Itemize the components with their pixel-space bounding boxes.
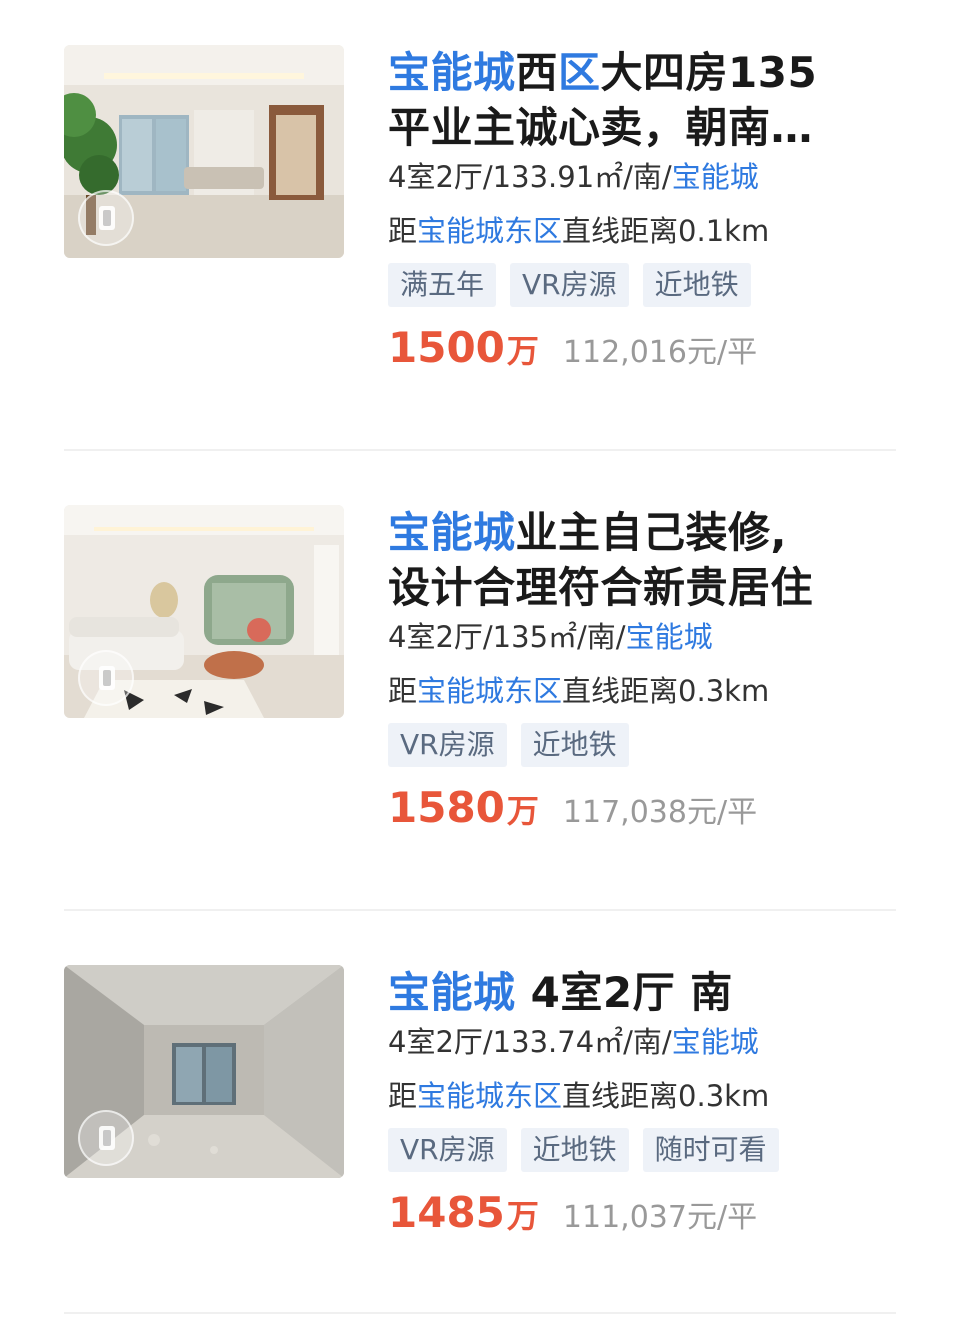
tag-list: VR房源 近地铁 — [388, 723, 908, 767]
distance-landmark-link[interactable]: 宝能城东区 — [417, 214, 562, 248]
divider — [64, 449, 896, 451]
price-unit: 万 — [506, 792, 539, 830]
listing-tag: VR房源 — [388, 723, 507, 767]
listing-info: 宝能城西区大四房135 平业主诚心卖，朝南… 4室2厅/133.91㎡/南/宝能… — [388, 45, 908, 372]
listing-tag: 满五年 — [388, 263, 497, 307]
price-unit: 万 — [506, 1197, 539, 1235]
listing-spec: 4室2厅/135㎡/南/宝能城 — [388, 620, 713, 654]
listing-photo[interactable] — [64, 505, 344, 718]
listing-title[interactable]: 宝能城西区大四房135 平业主诚心卖，朝南… — [388, 45, 908, 155]
listing-distance: 距宝能城东区直线距离0.1km — [388, 214, 770, 248]
listing-tag: 近地铁 — [520, 1128, 629, 1172]
listing-title[interactable]: 宝能城 4室2厅 南 — [388, 965, 908, 1020]
distance-landmark-link[interactable]: 宝能城东区 — [417, 674, 562, 708]
listing-title[interactable]: 宝能城业主自己装修, 设计合理符合新贵居住 — [388, 505, 908, 615]
vr-badge-icon[interactable] — [78, 650, 134, 706]
vr-badge-icon[interactable] — [78, 190, 134, 246]
listing-tag: 随时可看 — [642, 1128, 779, 1172]
listing-tag: 近地铁 — [642, 263, 751, 307]
listing-distance: 距宝能城东区直线距离0.3km — [388, 674, 770, 708]
community-link[interactable]: 宝能城 — [672, 1025, 759, 1059]
listing-distance: 距宝能城东区直线距离0.3km — [388, 1079, 770, 1113]
listing-spec: 4室2厅/133.91㎡/南/宝能城 — [388, 160, 759, 194]
tag-list: 满五年 VR房源 近地铁 — [388, 263, 908, 307]
listing-tag: 近地铁 — [520, 723, 629, 767]
tag-list: VR房源 近地铁 随时可看 — [388, 1128, 908, 1172]
listing-tag: VR房源 — [388, 1128, 507, 1172]
listing-photo[interactable] — [64, 965, 344, 1178]
unit-price: 112,016元/平 — [562, 335, 758, 370]
unit-price: 111,037元/平 — [562, 1200, 758, 1235]
listing-tag: VR房源 — [510, 263, 629, 307]
total-price: 1500 — [388, 323, 505, 372]
community-link[interactable]: 宝能城 — [626, 620, 713, 654]
community-link[interactable]: 宝能城 — [672, 160, 759, 194]
price-row: 1500万 112,016元/平 — [388, 323, 908, 372]
listing-spec: 4室2厅/133.74㎡/南/宝能城 — [388, 1025, 759, 1059]
total-price: 1485 — [388, 1188, 505, 1237]
distance-landmark-link[interactable]: 宝能城东区 — [417, 1079, 562, 1113]
divider — [64, 1312, 896, 1314]
unit-price: 117,038元/平 — [562, 795, 758, 830]
price-row: 1485万 111,037元/平 — [388, 1188, 908, 1237]
listing-info: 宝能城业主自己装修, 设计合理符合新贵居住 4室2厅/135㎡/南/宝能城 距宝… — [388, 505, 908, 832]
total-price: 1580 — [388, 783, 505, 832]
listing-info: 宝能城 4室2厅 南 4室2厅/133.74㎡/南/宝能城 距宝能城东区直线距离… — [388, 965, 908, 1237]
listing-photo[interactable] — [64, 45, 344, 258]
price-unit: 万 — [506, 332, 539, 370]
divider — [64, 909, 896, 911]
price-row: 1580万 117,038元/平 — [388, 783, 908, 832]
vr-badge-icon[interactable] — [78, 1110, 134, 1166]
